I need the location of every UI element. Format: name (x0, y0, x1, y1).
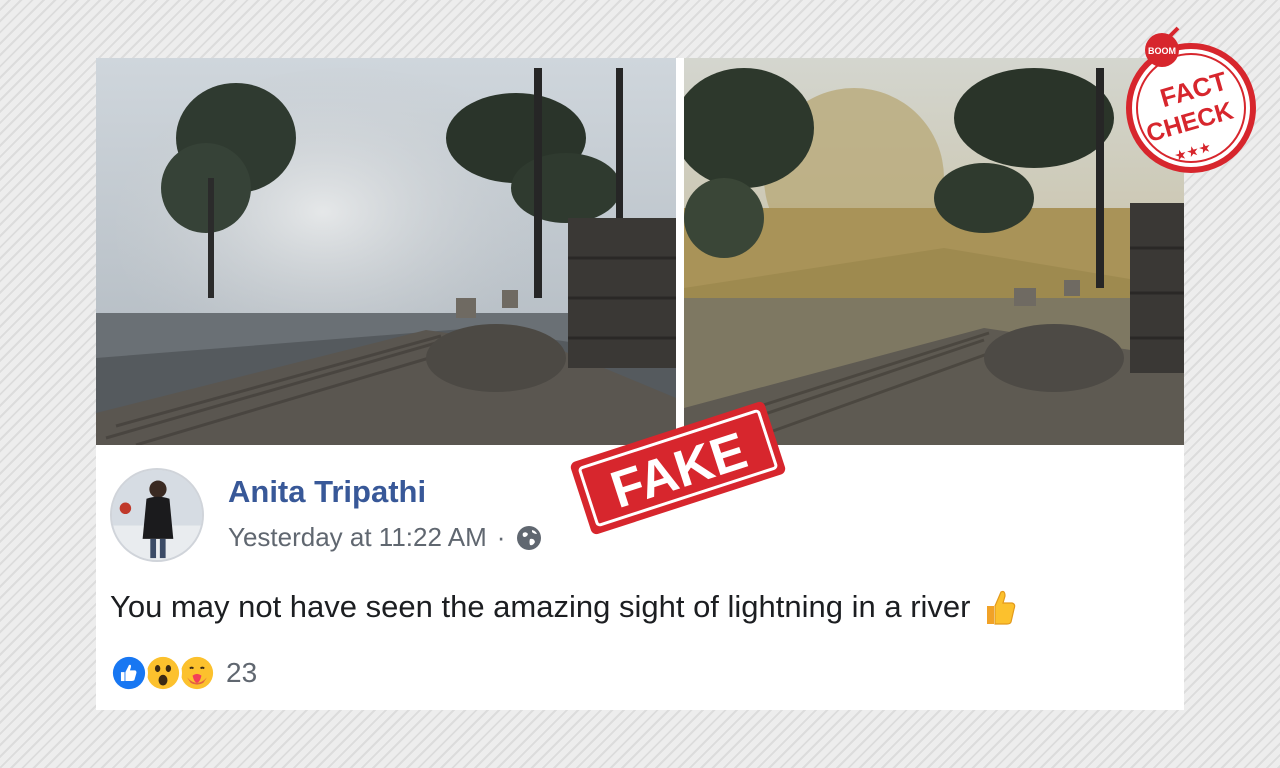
river-mudflow-photo (684, 58, 1184, 445)
wow-icon[interactable] (144, 654, 182, 692)
globe-icon[interactable] (515, 524, 543, 552)
post-body: You may not have seen the amazing sight … (110, 588, 1017, 626)
post-body-text: You may not have seen the amazing sight … (110, 589, 971, 624)
post-meta: Yesterday at 11:22 AM · (228, 522, 543, 553)
boom-fact-check-logo: BOOM FACT CHECK ★★★ (1124, 26, 1258, 176)
care-icon[interactable] (178, 654, 216, 692)
reaction-count[interactable]: 23 (226, 657, 257, 689)
like-icon[interactable] (110, 654, 148, 692)
thumbs-up-icon (983, 588, 1017, 626)
profile-photo (112, 470, 202, 560)
image-divider (676, 58, 684, 445)
post-image-left[interactable] (96, 58, 676, 445)
boom-brand-text: BOOM (1148, 46, 1176, 56)
river-explosion-photo (96, 58, 676, 445)
reactions-bar[interactable]: 23 (110, 654, 257, 692)
post-timestamp-link[interactable]: Yesterday at 11:22 AM (228, 522, 487, 553)
meta-separator: · (496, 522, 506, 552)
post-image-right[interactable] (684, 58, 1184, 445)
author-name-link[interactable]: Anita Tripathi (228, 474, 426, 510)
facebook-post-card: Anita Tripathi Yesterday at 11:22 AM · Y… (96, 58, 1184, 710)
author-avatar[interactable] (110, 468, 204, 562)
